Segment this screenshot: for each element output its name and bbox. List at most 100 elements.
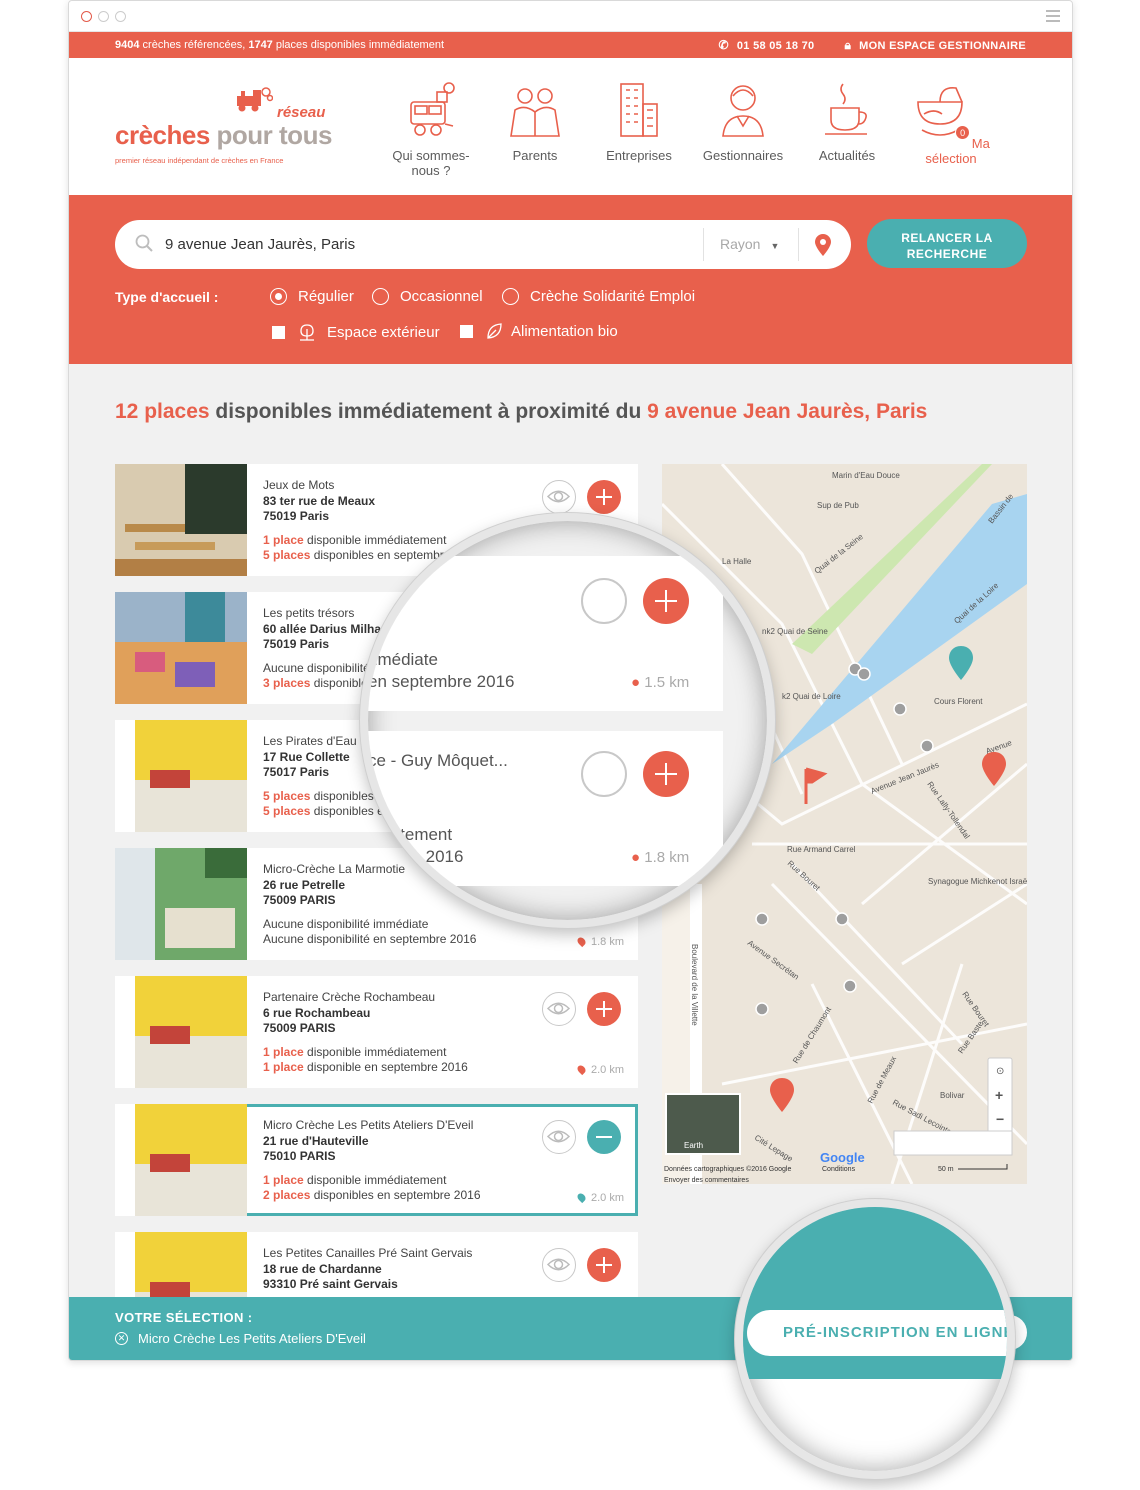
view-icon[interactable] bbox=[542, 1248, 576, 1282]
top-info-bar: 9404 crèches référencées, 1747 places di… bbox=[69, 32, 1072, 58]
radio-occasionnel[interactable]: Occasionnel bbox=[372, 288, 483, 305]
creche-photo bbox=[115, 720, 247, 832]
train-icon bbox=[410, 82, 455, 136]
geolocate-pin-icon[interactable] bbox=[815, 234, 831, 256]
availability-now: 1 place disponible immédiatement bbox=[263, 1172, 447, 1187]
distance: 1.8 km bbox=[575, 935, 624, 948]
availability-now: 1 place disponible immédiatement bbox=[263, 532, 447, 547]
map-label: nk2 Quai de Seine bbox=[762, 627, 828, 636]
magnifier-overlay-button: PRÉ-INSCRIPTION EN LIGNE bbox=[735, 1199, 1015, 1479]
zoom-out-button: − bbox=[996, 1111, 1004, 1127]
availability-now: 1 place disponible immédiatement bbox=[263, 1044, 447, 1059]
divider bbox=[798, 228, 799, 261]
tree-icon bbox=[300, 324, 314, 341]
add-button[interactable] bbox=[643, 578, 689, 624]
magnified-text: édiatement bbox=[368, 825, 453, 844]
map-label: Rue Armand Carrel bbox=[787, 845, 856, 854]
pin-icon bbox=[575, 1191, 588, 1204]
remove-selection-icon[interactable]: ✕ bbox=[115, 1332, 128, 1345]
nav-item-qui-sommes-nous[interactable]: Qui sommes-nous ? bbox=[379, 80, 483, 178]
radio-creche-solidarite[interactable]: Crèche Solidarité Emploi bbox=[502, 288, 695, 305]
site-header: réseau crèches pour tous premier réseau … bbox=[69, 58, 1072, 195]
coffee-icon bbox=[825, 83, 867, 135]
radio-unchecked[interactable] bbox=[372, 288, 389, 305]
view-icon[interactable] bbox=[542, 480, 576, 514]
eye-icon bbox=[546, 1130, 571, 1143]
add-button[interactable] bbox=[587, 992, 621, 1026]
main-nav: Qui sommes-nous ? Parents Entreprises Ge… bbox=[379, 80, 1003, 178]
svg-text:⊙: ⊙ bbox=[996, 1066, 1004, 1077]
results-headline: 12 places disponibles immédiatement à pr… bbox=[115, 400, 928, 423]
creche-photo bbox=[115, 1232, 247, 1297]
lock-icon: 🔒︎ bbox=[844, 37, 852, 52]
phone-link[interactable]: ✆ 01 58 05 18 70 bbox=[719, 38, 815, 52]
result-card[interactable]: Micro Crèche Les Petits Ateliers D'Eveil… bbox=[115, 1104, 638, 1216]
radio-regulier[interactable]: Régulier bbox=[270, 288, 354, 305]
creche-city: 75009 PARIS bbox=[263, 1021, 336, 1035]
eye-icon bbox=[546, 490, 571, 503]
map-label: Boulevard de la Villette bbox=[690, 944, 699, 1026]
view-icon[interactable] bbox=[542, 1120, 576, 1154]
magnified-card: ce - Guy Môquet... édiatement tembre 201… bbox=[368, 731, 723, 886]
add-button[interactable] bbox=[587, 1248, 621, 1282]
creche-name: Les Petites Canailles Pré Saint Gervais bbox=[263, 1246, 473, 1260]
creche-name: Micro Crèche Les Petits Ateliers D'Eveil bbox=[263, 1118, 474, 1132]
nav-item-actualites[interactable]: Actualités bbox=[795, 80, 899, 178]
creche-city: 93310 Pré saint Gervais bbox=[263, 1277, 398, 1291]
result-card[interactable]: Les Petites Canailles Pré Saint Gervais 1… bbox=[115, 1232, 638, 1297]
rayon-select[interactable]: Rayon ▼ bbox=[720, 236, 779, 252]
card-text: Micro Crèche Les Petits Ateliers D'Eveil… bbox=[263, 1118, 481, 1204]
nav-item-ma-selection[interactable]: 0 Ma sélection bbox=[899, 80, 1003, 178]
magnified-text: nmédiate bbox=[368, 650, 438, 669]
card-text: Les Petites Canailles Pré Saint Gervais 1… bbox=[263, 1246, 472, 1297]
creche-address: 21 rue d'Hauteville bbox=[263, 1133, 369, 1148]
magnified-pre-registration-button[interactable]: PRÉ-INSCRIPTION EN LIGNE bbox=[747, 1310, 1007, 1356]
view-icon[interactable] bbox=[581, 578, 627, 624]
magnified-text: tembre 2016 bbox=[368, 847, 464, 866]
add-button[interactable] bbox=[643, 751, 689, 797]
availability-september: 1 place disponible en septembre 2016 bbox=[263, 1060, 468, 1074]
menu-icon[interactable] bbox=[1046, 10, 1060, 22]
maximize-window-button[interactable] bbox=[115, 11, 126, 22]
google-logo: Google bbox=[820, 1150, 865, 1165]
map-attribution: Données cartographiques ©2016 Google bbox=[664, 1165, 791, 1173]
checkbox-espace-exterieur[interactable]: Espace extérieur bbox=[272, 323, 440, 341]
result-card[interactable]: Partenaire Crèche Rochambeau 6 rue Rocham… bbox=[115, 976, 638, 1088]
map-label: La Halle bbox=[722, 557, 752, 566]
relaunch-search-button[interactable]: RELANCER LA RECHERCHE bbox=[867, 219, 1027, 268]
radio-unchecked[interactable] bbox=[502, 288, 519, 305]
checkbox[interactable] bbox=[272, 325, 285, 339]
map-label: k2 Quai de Loire bbox=[782, 692, 841, 701]
nav-item-parents[interactable]: Parents bbox=[483, 80, 587, 178]
site-logo[interactable]: réseau crèches pour tous premier réseau … bbox=[115, 82, 335, 192]
availability-now: Aucune disponibilité immédiate bbox=[263, 916, 429, 931]
add-button[interactable] bbox=[587, 480, 621, 514]
view-icon[interactable] bbox=[542, 992, 576, 1026]
eye-icon bbox=[546, 1258, 571, 1271]
search-input[interactable]: 9 avenue Jean Jaurès, Paris bbox=[165, 236, 355, 253]
pin-icon bbox=[575, 935, 588, 948]
creche-photo bbox=[115, 848, 247, 960]
minimize-window-button[interactable] bbox=[98, 11, 109, 22]
manager-space-link[interactable]: 🔒︎ MON ESPACE GESTIONNAIRE bbox=[844, 38, 1026, 53]
logo-name: crèches pour tous bbox=[115, 120, 332, 150]
pin-icon bbox=[575, 1063, 588, 1076]
radio-checked[interactable] bbox=[270, 288, 287, 305]
manager-icon bbox=[722, 85, 764, 137]
checkbox-alimentation-bio[interactable]: Alimentation bio bbox=[460, 322, 618, 340]
close-window-button[interactable] bbox=[81, 11, 92, 22]
leaf-icon bbox=[487, 323, 502, 339]
card-text: Partenaire Crèche Rochambeau 6 rue Rocham… bbox=[263, 990, 468, 1076]
map-conditions: Conditions bbox=[822, 1166, 856, 1173]
search-box: 9 avenue Jean Jaurès, Paris Rayon ▼ bbox=[115, 220, 851, 269]
checkbox[interactable] bbox=[460, 324, 473, 338]
nav-item-gestionnaires[interactable]: Gestionnaires bbox=[691, 80, 795, 178]
remove-button[interactable] bbox=[587, 1120, 621, 1154]
creche-address: 83 ter rue de Meaux bbox=[263, 493, 376, 508]
magnified-distance: ● 1.8 km bbox=[631, 849, 690, 866]
street-view-bar bbox=[893, 1130, 1013, 1156]
filter-type-label: Type d'accueil : bbox=[115, 289, 219, 305]
creche-photo bbox=[115, 976, 247, 1088]
view-icon[interactable] bbox=[581, 751, 627, 797]
nav-item-entreprises[interactable]: Entreprises bbox=[587, 80, 691, 178]
